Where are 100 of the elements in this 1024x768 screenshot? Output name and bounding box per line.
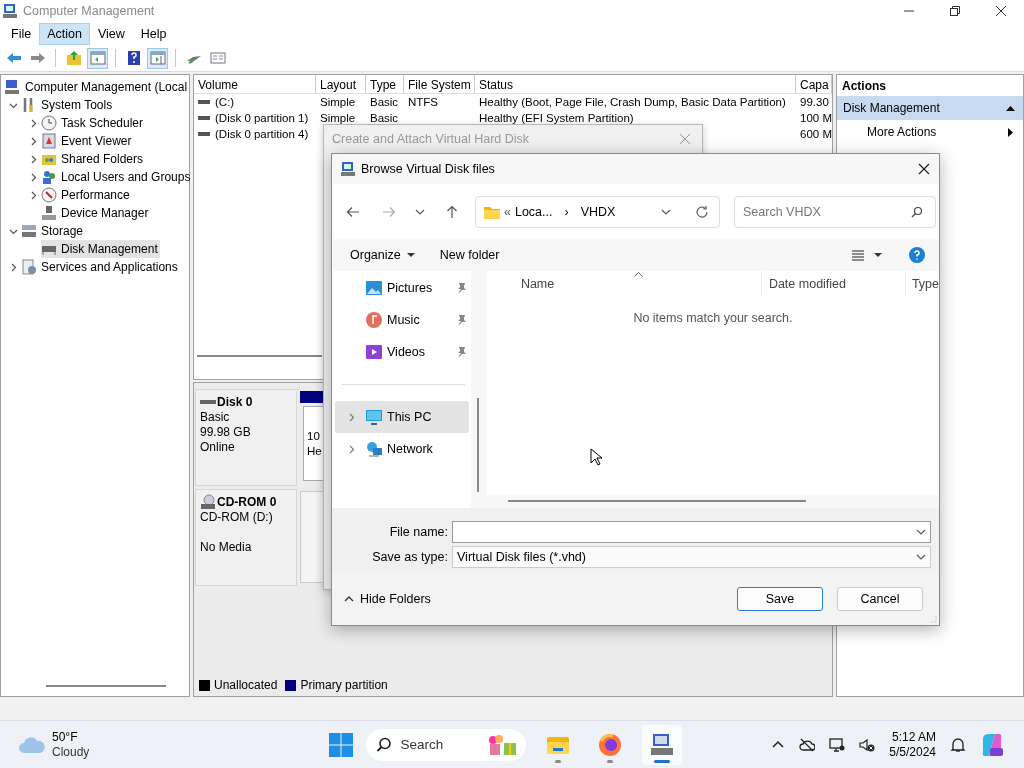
view-options-button[interactable] [851, 248, 882, 262]
scrollbar[interactable] [477, 398, 479, 492]
disk-size: 99.98 GB [200, 425, 252, 440]
table-cell: Basic [370, 112, 399, 124]
tree-item[interactable]: Task Scheduler [41, 114, 146, 132]
column-header[interactable]: Volume [194, 75, 316, 93]
chevron-down-icon[interactable] [916, 527, 926, 537]
caret-icon[interactable] [406, 251, 415, 259]
table-cell: 100 M [800, 112, 832, 124]
chevron-icon[interactable] [347, 412, 356, 422]
up-arrow-icon[interactable] [445, 204, 459, 219]
pin-icon[interactable] [456, 346, 468, 358]
tree-item[interactable]: Local Users and Groups [41, 168, 193, 186]
start-button[interactable] [328, 732, 353, 757]
empty-message: No items match your search. [632, 311, 794, 325]
action-item[interactable]: More Actions [837, 120, 1023, 144]
new-folder-button[interactable]: New folder [439, 248, 500, 262]
file-name-field[interactable] [452, 521, 931, 543]
disk-type: Basic [200, 410, 231, 425]
network-icon [366, 441, 382, 457]
help-icon[interactable] [909, 247, 925, 263]
nav-item[interactable]: Music [332, 304, 471, 336]
refresh-icon[interactable] [695, 204, 709, 219]
hide-folders-button[interactable]: Hide Folders [344, 592, 431, 606]
column-header[interactable]: Capa [796, 75, 832, 93]
close-icon[interactable] [918, 163, 930, 175]
clock-time[interactable]: 5:12 AM [891, 729, 936, 745]
organize-button[interactable]: Organize [350, 248, 415, 262]
menu-item[interactable]: View [89, 22, 133, 45]
tree-item[interactable]: Shared Folders [41, 150, 146, 168]
address-bar[interactable]: « Loca... › VHDX [475, 195, 720, 228]
assistant-app-icon[interactable] [980, 732, 1004, 757]
table-cell: 99.30 [800, 96, 829, 108]
scrollbar[interactable] [197, 355, 322, 357]
search-field[interactable]: Search VHDX [734, 195, 936, 228]
chevron-down-icon[interactable] [916, 552, 926, 562]
column-header[interactable]: Name [486, 271, 762, 297]
tree-item[interactable]: Disk Management [41, 240, 160, 258]
table-cell: Healthy (Boot, Page File, Crash Dump, Basic Data Partition) [479, 96, 786, 108]
app-indicator [653, 759, 670, 763]
scrollbar[interactable] [46, 685, 166, 687]
mouse-cursor-icon [589, 448, 602, 466]
nav-item[interactable]: Pictures [332, 272, 471, 304]
table-cell: 600 M [800, 128, 832, 140]
pin-icon[interactable] [456, 314, 468, 326]
nav-item[interactable]: Videos [332, 336, 471, 368]
computer-app-icon[interactable] [641, 724, 682, 765]
cd-drive-icon [200, 494, 216, 510]
gift-icon[interactable] [487, 733, 518, 756]
monitor-icon[interactable] [829, 736, 846, 753]
menu-item[interactable]: Action [39, 22, 90, 45]
menu-item[interactable]: Help [132, 22, 175, 45]
caret-icon[interactable] [1006, 127, 1015, 137]
scrollbar[interactable] [507, 500, 806, 502]
restore-icon[interactable] [950, 6, 960, 16]
tree-item[interactable]: Storage [21, 222, 86, 240]
caret-icon[interactable] [1006, 103, 1015, 113]
taskbar-search[interactable]: Search [365, 728, 526, 761]
tree-item[interactable]: System Tools [21, 96, 115, 114]
tree-item[interactable]: Device Manager [41, 204, 151, 222]
cancel-button[interactable]: Cancel [837, 587, 923, 611]
column-header[interactable]: Layout [316, 75, 366, 93]
sound-off-icon[interactable] [859, 736, 876, 753]
bell-icon[interactable] [950, 736, 966, 753]
search-icon[interactable] [911, 205, 923, 218]
tree-item[interactable]: Computer Management (Local [5, 78, 190, 96]
chevron-icon[interactable] [347, 444, 356, 454]
log-icon [41, 133, 57, 149]
temperature: 50°F [52, 729, 79, 745]
search-icon[interactable] [375, 736, 392, 753]
nav-item[interactable]: This PC [335, 401, 469, 433]
actions-title: Actions [841, 78, 887, 95]
column-header[interactable]: Date modified [761, 271, 906, 297]
tree-item[interactable]: Event Viewer [41, 132, 134, 150]
clock-date[interactable]: 5/5/2024 [889, 744, 936, 760]
caret-icon[interactable] [874, 251, 882, 259]
drive-icon [198, 131, 210, 137]
column-header[interactable]: Status [475, 75, 796, 93]
back-icon[interactable] [346, 204, 360, 219]
save-type-dropdown[interactable]: Virtual Disk files (*.vhd) [452, 546, 931, 568]
browser-icon[interactable] [597, 732, 622, 757]
actions-section[interactable]: Disk Management [837, 96, 1023, 120]
save-button[interactable]: Save [737, 587, 823, 611]
resize-grip-icon[interactable] [929, 615, 937, 623]
pin-icon[interactable] [456, 282, 468, 294]
file-name-label: File name: [388, 525, 449, 539]
column-header[interactable]: File System [404, 75, 475, 93]
pictures-icon [366, 280, 382, 296]
close-icon[interactable] [996, 6, 1006, 16]
column-header[interactable]: Type [905, 271, 939, 297]
computer-icon[interactable] [649, 732, 674, 757]
cloud-off-icon[interactable] [799, 736, 816, 753]
videos-icon [366, 344, 382, 360]
chevron-up-icon[interactable] [344, 594, 354, 604]
users-icon [41, 169, 57, 185]
column-header[interactable]: Type [366, 75, 404, 93]
disk-status: No Media [200, 540, 253, 555]
tree-item[interactable]: Services and Applications [21, 258, 180, 276]
menu-item[interactable]: File [3, 22, 40, 45]
tree-item[interactable]: Performance [41, 186, 132, 204]
